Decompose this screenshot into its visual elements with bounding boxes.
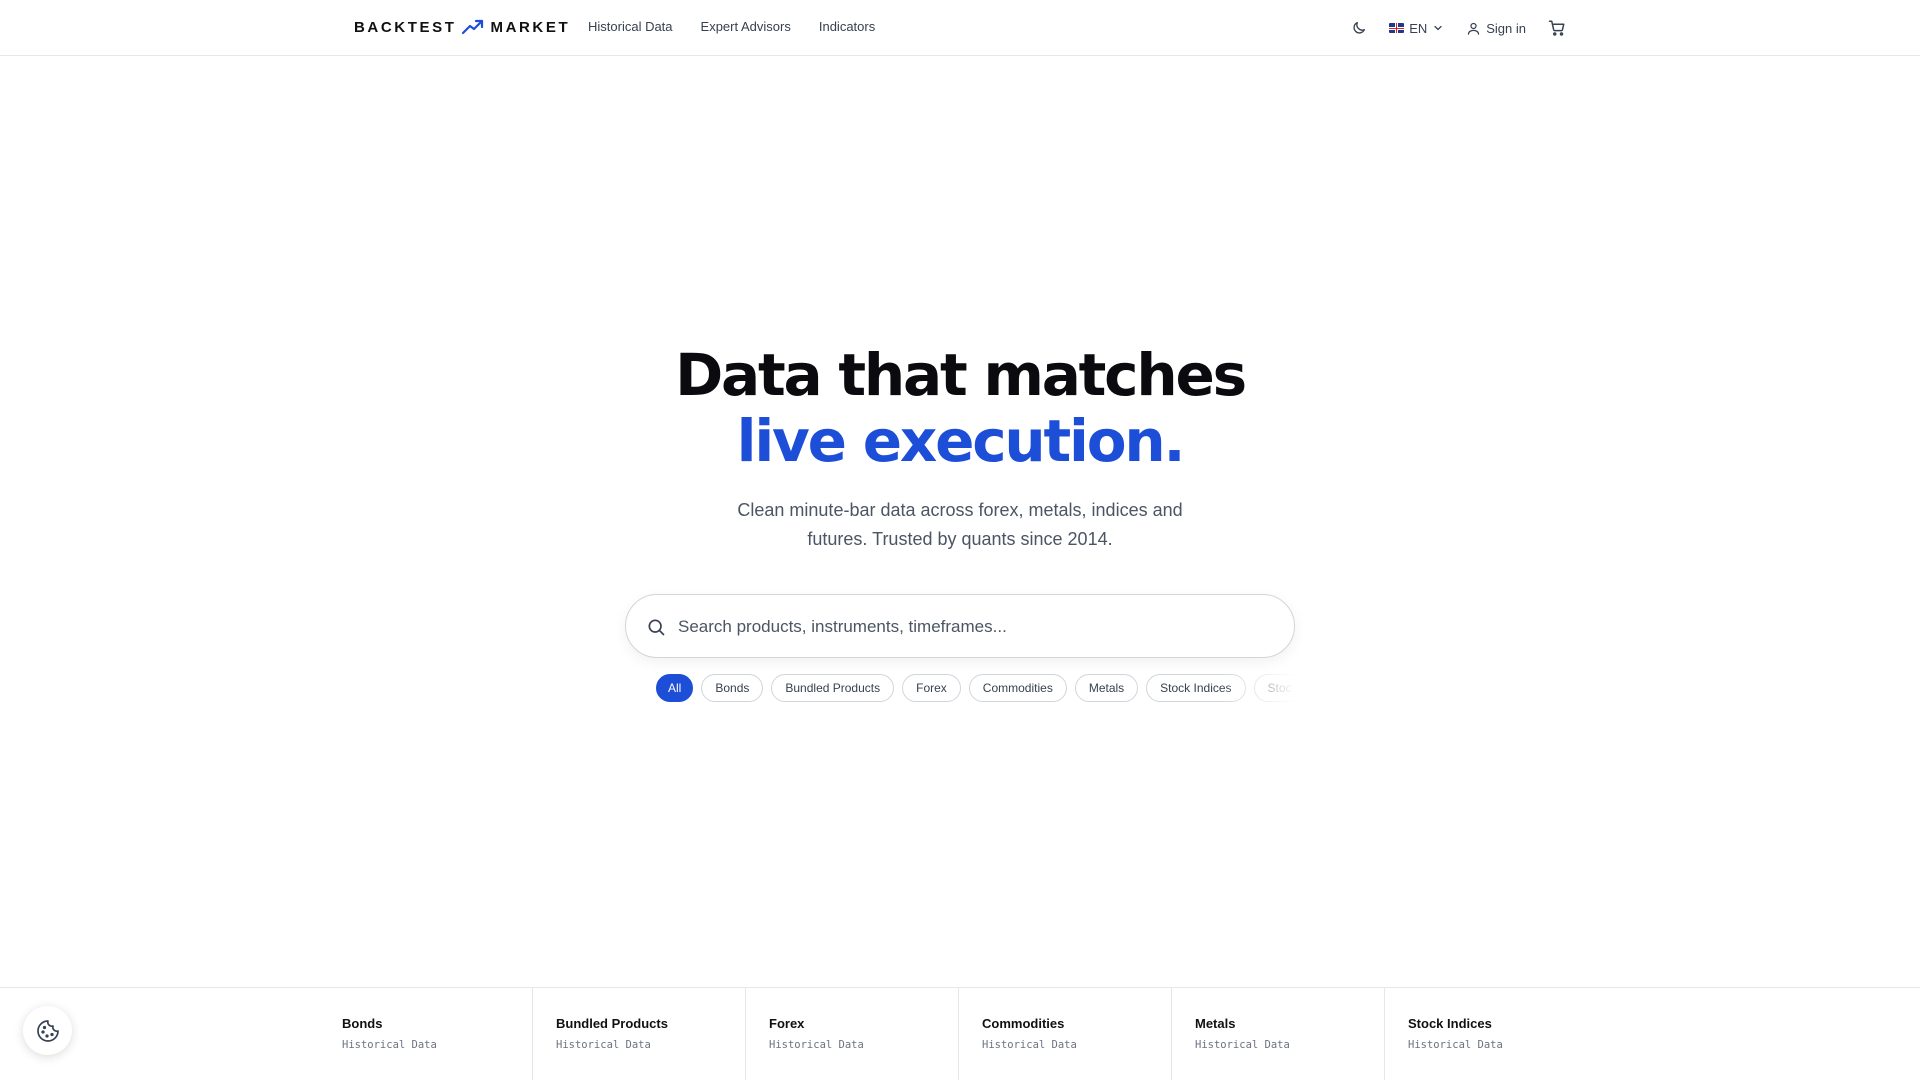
cart-button[interactable]: [1548, 19, 1566, 37]
search-box: [625, 594, 1295, 658]
chip-stock-indices[interactable]: Stock Indices: [1146, 674, 1246, 702]
trend-up-icon: [462, 19, 484, 35]
category-name: Bonds: [342, 1016, 383, 1031]
user-icon: [1468, 22, 1480, 35]
cookie-settings-button[interactable]: [23, 1006, 72, 1055]
cookie-icon: [36, 1019, 59, 1042]
category-sub: Historical Data: [1408, 1039, 1503, 1051]
category-sub: Historical Data: [1195, 1039, 1290, 1051]
site-header: BACKTEST MARKET Historical Data Expert A…: [0, 0, 1920, 56]
hero-subtitle: Clean minute-bar data across forex, meta…: [737, 500, 1183, 549]
nav-expert-advisors[interactable]: Expert Advisors: [701, 19, 791, 34]
cart-icon: [1548, 20, 1565, 36]
category-card-bundled-products[interactable]: Bundled Products Historical Data: [532, 988, 745, 1080]
chip-commodities[interactable]: Commodities: [968, 674, 1067, 702]
category-card-commodities[interactable]: Commodities Historical Data: [958, 988, 1171, 1080]
category-card-metals[interactable]: Metals Historical Data: [1171, 988, 1384, 1080]
category-strip: Bonds Historical Data Bundled Products H…: [0, 987, 1920, 1080]
sign-in-button[interactable]: Sign in: [1466, 21, 1526, 36]
chip-bundled-products[interactable]: Bundled Products: [771, 674, 895, 702]
category-name: Bundled Products: [556, 1016, 668, 1031]
chip-metals[interactable]: Metals: [1074, 674, 1139, 702]
nav-indicators[interactable]: Indicators: [819, 19, 875, 34]
nav-historical-data[interactable]: Historical Data: [588, 19, 673, 34]
hero-title-line1: Data that matches: [675, 341, 1247, 409]
chip-all[interactable]: All: [656, 674, 694, 702]
chevron-down-icon: [1434, 25, 1442, 31]
hero-title-line2: live execution.: [736, 407, 1186, 475]
category-name: Commodities: [982, 1016, 1065, 1031]
category-name: Stock Indices: [1408, 1016, 1492, 1031]
category-card-bonds[interactable]: Bonds Historical Data: [319, 988, 532, 1080]
category-sub: Historical Data: [982, 1039, 1077, 1051]
category-sub: Historical Data: [769, 1039, 864, 1051]
header-tools: EN Sign in: [1351, 14, 1566, 42]
search-input[interactable]: [678, 609, 1268, 645]
category-filter-chips: All Bonds Bundled Products Forex Commodi…: [656, 674, 1296, 704]
brand-logo[interactable]: BACKTEST MARKET: [354, 18, 570, 36]
theme-toggle-button[interactable]: [1351, 20, 1367, 36]
chip-forex[interactable]: Forex: [902, 674, 961, 702]
category-card-forex[interactable]: Forex Historical Data: [745, 988, 958, 1080]
brand-right: MARKET: [490, 18, 571, 36]
language-selector[interactable]: EN: [1389, 21, 1444, 36]
category-name: Metals: [1195, 1016, 1236, 1031]
category-sub: Historical Data: [556, 1039, 651, 1051]
sign-in-label: Sign in: [1486, 20, 1526, 36]
search-icon: [648, 619, 665, 636]
main-nav: Historical Data Expert Advisors Indicato…: [588, 19, 875, 34]
brand-left: BACKTEST: [354, 18, 457, 36]
moon-icon: [1353, 22, 1366, 34]
category-sub: Historical Data: [342, 1039, 437, 1051]
uk-flag-icon: [1389, 23, 1405, 33]
chip-bonds[interactable]: Bonds: [701, 674, 764, 702]
category-card-stock-indices[interactable]: Stock Indices Historical Data: [1384, 988, 1597, 1080]
language-label: EN: [1409, 20, 1428, 36]
category-name: Forex: [769, 1016, 805, 1031]
chip-stocks[interactable]: Stoc: [1253, 674, 1296, 702]
